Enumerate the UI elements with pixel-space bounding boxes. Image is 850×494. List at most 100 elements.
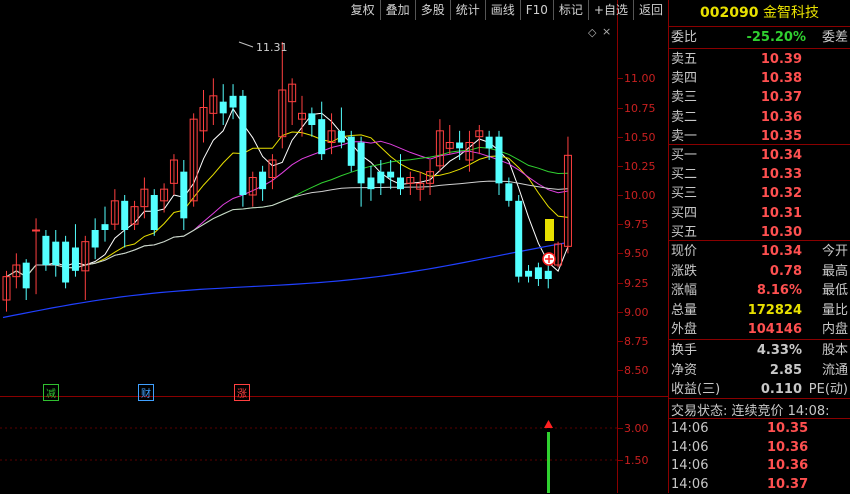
tick-row: 14:06 10.36	[669, 438, 850, 457]
high-label: 11.31	[256, 41, 288, 54]
price-tick-mark	[617, 282, 623, 284]
candle-body	[121, 200, 129, 230]
diamond-icon[interactable]: ◇	[588, 26, 596, 39]
high-pointer	[238, 41, 254, 48]
candle-body	[357, 142, 365, 184]
quote-row: 涨跌 0.78 最高	[669, 261, 850, 282]
order-book-label: 买二	[671, 167, 698, 183]
quote-label: 收益(三)	[671, 382, 721, 397]
weicha-label: 委差	[821, 30, 848, 45]
close-icon[interactable]: ×	[602, 25, 611, 38]
quote-value: 10.34	[760, 244, 802, 259]
order-book-row[interactable]: 卖三 10.37	[669, 87, 850, 108]
volume-tick-label: 3.00	[624, 422, 649, 435]
toolbar-button-1[interactable]: 叠加	[379, 0, 415, 20]
price-tick-label: 10.00	[624, 189, 656, 202]
tick-time: 14:06	[671, 439, 709, 455]
divider	[669, 144, 850, 145]
toolbar-button-5[interactable]: F10	[519, 0, 553, 20]
ma-line	[6, 146, 568, 278]
candle-body	[397, 177, 404, 190]
quote-value: 2.85	[769, 362, 802, 378]
candle-body	[308, 113, 316, 125]
weibi-value: -25.20%	[746, 30, 806, 45]
quote-label: 外盘	[671, 322, 698, 337]
candle-body	[456, 142, 464, 149]
price-tick-mark	[617, 165, 623, 167]
order-book-price: 10.33	[760, 167, 802, 183]
ma-line	[6, 140, 568, 278]
order-book-row[interactable]: 买四 10.31	[669, 203, 850, 224]
candle-body	[239, 95, 247, 195]
quote-label: 现价	[671, 244, 698, 259]
order-book-label: 卖二	[671, 109, 698, 125]
candle-body	[525, 270, 533, 277]
quote-label: 涨幅	[671, 283, 698, 298]
highlight-candle	[545, 219, 554, 241]
price-tick-label: 10.75	[624, 101, 656, 115]
toolbar-button-7[interactable]: +自选	[587, 0, 633, 20]
price-tick-mark	[617, 78, 623, 80]
order-book-price: 10.32	[760, 186, 802, 202]
order-book-label: 买一	[671, 148, 698, 163]
order-book-price: 10.34	[760, 148, 802, 163]
price-tick-label: 9.50	[624, 247, 649, 261]
price-tick-mark	[617, 253, 623, 255]
tick-time: 14:06	[671, 458, 709, 473]
tick-price: 10.36	[767, 458, 809, 473]
quote-row: 收益(三) 0.110 PE(动)	[669, 379, 850, 400]
event-marker[interactable]: 财	[138, 384, 154, 401]
price-tick-label: 9.00	[624, 305, 649, 319]
price-tick-mark	[617, 370, 623, 371]
weibi-row: 委比 -25.20% 委差	[669, 27, 850, 48]
order-book-row[interactable]: 买三 10.32	[669, 183, 850, 204]
candle-body	[347, 136, 355, 166]
event-marker[interactable]: 减	[43, 384, 59, 401]
candle-body	[22, 262, 30, 289]
candle-body	[495, 136, 503, 184]
order-book-row[interactable]: 买一 10.34	[669, 145, 850, 166]
toolbar-button-2[interactable]: 多股	[414, 0, 450, 20]
toolbar-button-3[interactable]: 统计	[449, 0, 485, 20]
toolbar-button-0[interactable]: 复权	[346, 0, 380, 20]
toolbar-button-8[interactable]: 返回	[632, 0, 668, 20]
order-book-label: 买四	[671, 205, 698, 221]
weibi-label: 委比	[671, 30, 698, 45]
toolbar-button-6[interactable]: 标记	[552, 0, 588, 20]
quote-row: 外盘 104146 内盘	[669, 319, 850, 340]
quote-right-label: 最低	[821, 283, 848, 298]
price-tick-mark	[617, 224, 623, 226]
order-book-row[interactable]: 卖五 10.39	[669, 49, 850, 70]
candle-body	[377, 171, 385, 184]
price-tick-label: 10.25	[624, 159, 656, 173]
order-book-label: 卖四	[671, 71, 698, 87]
order-book-label: 买三	[671, 186, 698, 202]
quote-right-label: 最高	[821, 263, 848, 279]
volume-tick-mark	[617, 460, 623, 461]
tick-time: 14:06	[671, 421, 709, 436]
volume-tick-mark	[617, 428, 623, 429]
tick-time: 14:06	[671, 476, 709, 492]
quote-value: 104146	[747, 322, 802, 337]
order-book-row[interactable]: 卖二 10.36	[669, 107, 850, 128]
quote-value: 4.33%	[756, 343, 802, 358]
kline-svg[interactable]: 11.31	[0, 0, 617, 493]
stock-code: 002090	[700, 5, 759, 21]
order-book-price: 10.36	[760, 109, 802, 125]
order-book-row[interactable]: 买二 10.33	[669, 164, 850, 185]
toolbar-button-4[interactable]: 画线	[484, 0, 520, 20]
candle-body	[534, 267, 542, 279]
order-book-row[interactable]: 卖四 10.38	[669, 68, 850, 89]
quote-value: 8.16%	[756, 283, 802, 298]
tick-price: 10.35	[767, 421, 809, 436]
chart-divider	[0, 396, 668, 397]
quote-right-label: 股本	[821, 343, 848, 358]
price-tick-label: 9.75	[624, 218, 649, 232]
event-marker[interactable]: 涨	[234, 384, 250, 401]
candle-body	[337, 130, 345, 143]
quote-panel: 002090 金智科技 委比 -25.20% 委差 卖五 10.39 卖四 10.38…	[669, 0, 850, 493]
volume-tick-label: 1.50	[624, 454, 649, 467]
kline-chart[interactable]: 11.31 11.00 10.75 10.50 10.25 10.00 9.75 9.50 9…	[0, 0, 668, 493]
toolbar: 复权 叠加 多股 统计 画线 F10 标记 +自选 返回	[346, 0, 668, 22]
candle-body	[505, 183, 513, 201]
